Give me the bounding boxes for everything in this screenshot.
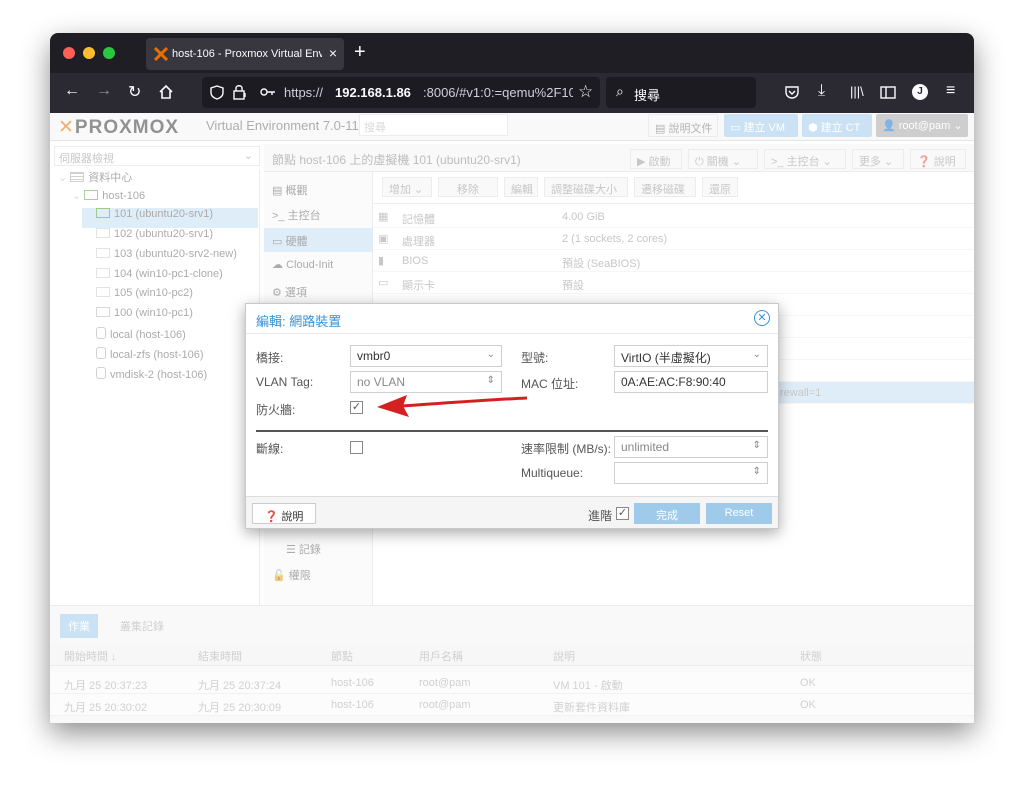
ok-button[interactable]: 完成 <box>634 503 700 524</box>
new-tab-button[interactable]: + <box>354 41 366 64</box>
bridge-label: 橋接: <box>256 351 284 365</box>
disconnect-checkbox[interactable] <box>350 441 363 454</box>
back-icon[interactable]: ← <box>64 82 80 100</box>
forward-icon[interactable]: → <box>96 82 112 100</box>
advanced-checkbox[interactable]: ✓ <box>616 507 629 520</box>
rate-limit-input[interactable]: unlimited ⇕ <box>614 436 768 458</box>
bookmark-star-icon[interactable]: ☆ <box>578 82 593 102</box>
dialog-help-button[interactable]: ❓ 說明 <box>252 503 316 524</box>
downloads-icon[interactable]: ⤓ <box>818 82 825 100</box>
firewall-checkbox[interactable]: ✓ <box>350 401 363 414</box>
profile-avatar[interactable]: J <box>912 84 928 100</box>
multiqueue-label: Multiqueue: <box>521 466 584 480</box>
url-path: :8006/#v1:0:=qemu%2F101:4: <box>423 85 573 100</box>
multiqueue-input[interactable]: ⇕ <box>614 462 768 484</box>
spinner-icon[interactable]: ⇕ <box>753 466 761 477</box>
minimize-window-button[interactable] <box>83 47 95 59</box>
bridge-select[interactable]: vmbr0 ⌄ <box>350 345 502 367</box>
advanced-separator <box>256 430 768 432</box>
search-icon: ⌕ <box>616 83 624 99</box>
close-window-button[interactable] <box>63 47 75 59</box>
menu-icon[interactable]: ≡ <box>946 82 955 100</box>
model-select[interactable]: VirtIO (半虛擬化) ⌄ <box>614 345 768 367</box>
spinner-icon[interactable]: ⇕ <box>487 375 495 386</box>
advanced-label: 進階 <box>588 509 613 523</box>
shield-icon[interactable] <box>210 85 224 100</box>
pocket-icon[interactable] <box>784 85 800 100</box>
reset-button[interactable]: Reset <box>706 503 772 524</box>
key-icon[interactable] <box>260 87 276 97</box>
help-icon: ❓ <box>264 511 282 523</box>
address-bar[interactable]: https:// 192.168.1.86 :8006/#v1:0:=qemu%… <box>202 77 600 108</box>
browser-toolbar: ← → ↻ https:// 192.168.1.86 :8006/#v1:0:… <box>50 73 974 113</box>
search-label: 搜尋 <box>634 88 661 103</box>
sidebar-icon[interactable] <box>880 86 896 99</box>
library-icon[interactable]: |||\ <box>850 84 864 99</box>
firewall-label: 防火牆: <box>256 403 296 417</box>
disconnect-label: 斷線: <box>256 442 284 456</box>
browser-search-box[interactable]: ⌕ 搜尋 <box>606 77 756 108</box>
dialog-title: 編輯: 網路裝置 <box>256 314 342 329</box>
mac-address-input[interactable]: 0A:AE:AC:F8:90:40 <box>614 371 768 393</box>
zoom-window-button[interactable] <box>103 47 115 59</box>
dialog-header: 編輯: 網路裝置 ✕ <box>246 304 778 334</box>
tab-bar: host-106 - Proxmox Virtual Envir × + <box>50 33 974 73</box>
chevron-down-icon: ⌄ <box>752 349 761 360</box>
lock-warning-icon[interactable] <box>232 84 248 100</box>
home-icon[interactable] <box>158 84 174 100</box>
url-host: 192.168.1.86 <box>335 85 411 100</box>
reload-icon[interactable]: ↻ <box>128 82 141 102</box>
browser-tab[interactable]: host-106 - Proxmox Virtual Envir × <box>146 38 344 70</box>
browser-window: host-106 - Proxmox Virtual Envir × + ← →… <box>50 33 974 723</box>
chevron-down-icon: ⌄ <box>486 349 495 360</box>
tab-title: host-106 - Proxmox Virtual Envir <box>172 48 322 60</box>
close-icon[interactable]: ✕ <box>754 310 770 326</box>
proxmox-favicon-icon <box>154 47 168 61</box>
dialog-footer: ❓ 說明 進階 ✓ 完成 Reset <box>246 496 778 528</box>
vlan-tag-label: VLAN Tag: <box>256 375 314 389</box>
tab-close-icon[interactable]: × <box>329 45 337 61</box>
rate-limit-label: 速率限制 (MB/s): <box>521 442 611 456</box>
red-arrow-annotation <box>377 395 528 417</box>
spinner-icon[interactable]: ⇕ <box>753 440 761 451</box>
url-scheme: https:// <box>284 85 324 100</box>
model-label: 型號: <box>521 351 549 365</box>
